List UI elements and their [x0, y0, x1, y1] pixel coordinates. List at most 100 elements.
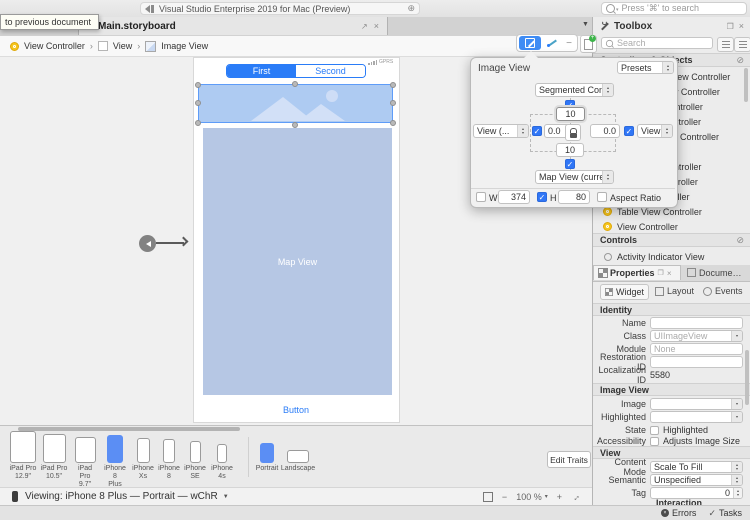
add-document-button[interactable]: [580, 35, 597, 53]
chevron-down-icon[interactable]: ▼: [223, 494, 229, 500]
toolbox-item[interactable]: View Controller: [603, 220, 678, 233]
height-checkbox[interactable]: ✓: [537, 192, 547, 202]
canvas-horizontal-scrollbar[interactable]: [18, 427, 240, 431]
toolbox-scrollbar[interactable]: [744, 68, 748, 102]
device-iphone-xs[interactable]: iPhone Xs: [130, 438, 156, 481]
device-ipad-pro-129[interactable]: iPad Pro12.9": [8, 431, 38, 481]
tab-overflow-icon[interactable]: ▼: [582, 21, 589, 28]
width-field[interactable]: 374: [498, 190, 530, 204]
selection-handle[interactable]: [292, 81, 298, 87]
device-iphone-8-plus[interactable]: iPhone 8Plus: [102, 435, 128, 489]
segmented-control[interactable]: First Second: [226, 64, 366, 78]
close-panel-icon[interactable]: ×: [739, 21, 744, 31]
device-iphone-8[interactable]: iPhone 8: [157, 439, 181, 481]
dock-icon[interactable]: ❐: [658, 269, 664, 277]
presets-popup[interactable]: Presets ▴▾: [617, 61, 674, 74]
tab-document-outline[interactable]: Document Outline: [682, 265, 750, 280]
selection-handle[interactable]: [195, 82, 201, 88]
constraint-edit-button[interactable]: [519, 36, 541, 50]
layout-tab-button[interactable]: Layout: [655, 286, 694, 296]
preview-icon[interactable]: ↗: [361, 22, 368, 31]
properties-scrollbar[interactable]: [745, 350, 749, 405]
module-field[interactable]: None: [650, 343, 743, 355]
carrier-label: GPRS: [379, 59, 393, 65]
state-highlighted-checkbox[interactable]: [650, 426, 659, 435]
dock-icon[interactable]: ❐: [727, 22, 734, 31]
semantic-popup[interactable]: Unspecified ▴▾: [650, 474, 743, 486]
trailing-anchor-popup[interactable]: View (... ▴▾: [637, 124, 673, 138]
device-iphone-se[interactable]: iPhone SE: [183, 441, 207, 481]
edit-traits-button[interactable]: Edit Traits: [547, 451, 591, 468]
name-field[interactable]: [650, 317, 743, 329]
class-combo[interactable]: UIImageView ▾: [650, 330, 743, 342]
tab-properties[interactable]: Properties ❐ ×: [593, 265, 681, 280]
selection-handle[interactable]: [390, 120, 396, 126]
feedback-icon[interactable]: ⊕: [407, 3, 415, 14]
highlighted-combo[interactable]: ▾: [650, 411, 743, 423]
toolbox-list-view-button[interactable]: [717, 37, 734, 52]
breadcrumb-image-view[interactable]: Image View: [161, 41, 208, 51]
tasks-button[interactable]: ✓ Tasks: [708, 508, 742, 519]
toolbox-compact-view-button[interactable]: [734, 37, 750, 52]
selection-handle[interactable]: [390, 82, 396, 88]
content-mode-popup[interactable]: Scale To Fill ▴▾: [650, 461, 743, 473]
zoom-in-button[interactable]: +: [557, 492, 562, 502]
collapse-icon[interactable]: ⊘: [736, 235, 744, 246]
device-ipad-pro-105[interactable]: iPad Pro10.5": [40, 434, 68, 481]
entry-point-icon[interactable]: [139, 235, 156, 252]
selection-handle[interactable]: [292, 122, 298, 128]
image-view[interactable]: [198, 84, 393, 123]
orientation-portrait[interactable]: Portrait: [253, 443, 281, 473]
bottom-constraint-checkbox[interactable]: ✓: [565, 159, 575, 169]
close-panel-icon[interactable]: ×: [667, 269, 672, 278]
bottom-spacing-field[interactable]: 10: [556, 143, 584, 157]
leading-constraint-checkbox[interactable]: ✓: [532, 126, 542, 136]
breadcrumb-view[interactable]: View: [113, 41, 132, 51]
collapse-icon[interactable]: ⊘: [736, 55, 744, 66]
widget-tab-button[interactable]: Widget: [600, 284, 649, 300]
adjusts-image-size-checkbox[interactable]: [650, 437, 659, 446]
events-tab-button[interactable]: Events: [703, 286, 743, 296]
viewing-label[interactable]: Viewing: iPhone 8 Plus — Portrait — wChR: [25, 491, 218, 502]
trailing-constraint-checkbox[interactable]: ✓: [624, 126, 634, 136]
selection-handle[interactable]: [195, 100, 201, 106]
map-view[interactable]: Map View: [203, 128, 392, 395]
aspect-ratio-checkbox[interactable]: [597, 192, 607, 202]
image-combo[interactable]: ▾: [650, 398, 743, 410]
orientation-landscape[interactable]: Landscape: [282, 450, 314, 473]
size-lock-button[interactable]: [565, 124, 581, 141]
top-spacing-field[interactable]: 10: [556, 107, 585, 121]
stepper-icon[interactable]: ▴▾: [733, 488, 742, 498]
popover-arrow: [524, 51, 538, 58]
device-iphone-4s[interactable]: iPhone 4s: [210, 444, 234, 481]
expand-icon[interactable]: ↔: [569, 490, 582, 503]
trailing-spacing-field[interactable]: 0.0: [590, 124, 620, 138]
tab-main-storyboard[interactable]: Main.storyboard ↗ ×: [78, 17, 388, 35]
top-anchor-popup[interactable]: Segmented Contr... ▴▾: [535, 83, 614, 97]
restoration-id-field[interactable]: [650, 356, 743, 368]
toolbox-search-input[interactable]: Search: [601, 37, 713, 49]
errors-button[interactable]: × Errors: [661, 508, 697, 518]
selection-handle[interactable]: [390, 100, 396, 106]
breadcrumb-view-controller[interactable]: View Controller: [24, 41, 85, 51]
height-field[interactable]: 80: [558, 190, 590, 204]
device-ipad-pro-97[interactable]: iPad Pro9.7": [72, 437, 98, 489]
global-search-input[interactable]: ▾ Press '⌘' to search: [601, 2, 747, 15]
fit-page-icon[interactable]: [483, 492, 493, 502]
segment-second[interactable]: Second: [296, 65, 365, 77]
bottom-anchor-popup[interactable]: Map View (curren... ▴▾: [535, 170, 614, 184]
chevron-down-icon: ▾: [731, 331, 742, 341]
remove-constraints-button[interactable]: −: [563, 38, 575, 49]
leading-anchor-popup[interactable]: View (... ▴▾: [473, 124, 529, 138]
toolbox-section-controls[interactable]: Controls ⊘: [593, 233, 750, 247]
button-control[interactable]: Button: [256, 405, 336, 415]
events-icon: [703, 287, 712, 296]
width-checkbox[interactable]: [476, 192, 486, 202]
zoom-out-button[interactable]: −: [502, 492, 507, 502]
toolbox-item[interactable]: Activity Indicator View: [604, 250, 704, 263]
zoom-level[interactable]: 100 %▾: [516, 492, 548, 502]
segment-first[interactable]: First: [227, 65, 296, 77]
selection-handle[interactable]: [195, 120, 201, 126]
close-tab-icon[interactable]: ×: [374, 21, 379, 31]
pin-constraints-button[interactable]: [543, 36, 561, 50]
